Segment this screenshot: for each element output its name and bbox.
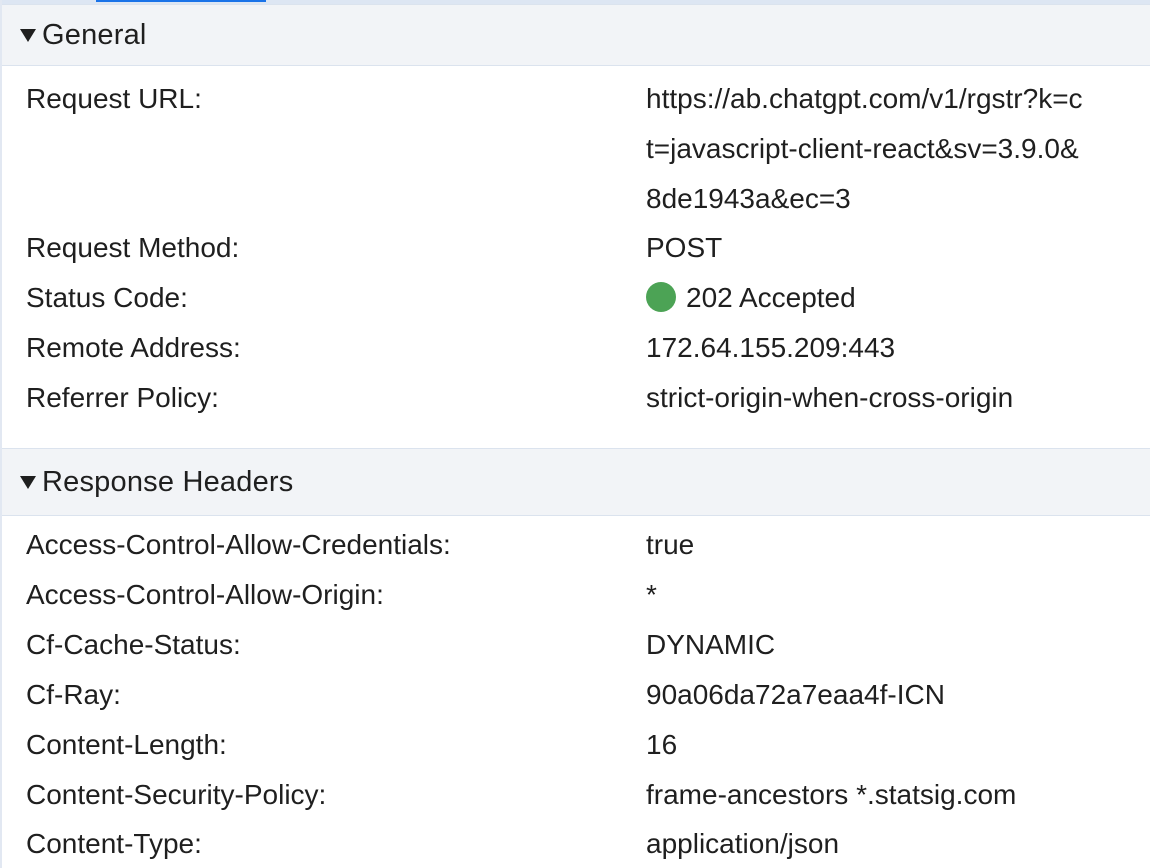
- header-name: Access-Control-Allow-Credentials:: [26, 529, 451, 560]
- response-headers-section-header[interactable]: Response Headers: [2, 448, 1150, 516]
- request-method-label: Request Method:: [26, 232, 240, 263]
- header-value: DYNAMIC: [646, 629, 776, 660]
- request-url-value-line-3: 8de1943a&ec=3: [646, 183, 851, 214]
- header-value: *: [646, 579, 657, 610]
- request-url-label: Request URL:: [26, 83, 202, 114]
- status-code-value-wrap: 202 Accepted: [646, 273, 856, 323]
- header-name: Access-Control-Allow-Origin:: [26, 579, 384, 610]
- header-value: true: [646, 529, 695, 560]
- active-tab-indicator: [96, 0, 266, 2]
- header-value: 16: [646, 729, 678, 760]
- triangle-down-icon[interactable]: [20, 475, 36, 489]
- header-name: Cf-Cache-Status:: [26, 629, 241, 660]
- headers-panel: General Request URL: https://ab.chatgpt.…: [0, 0, 1150, 868]
- referrer-policy-label: Referrer Policy:: [26, 382, 219, 413]
- request-method-value: POST: [646, 232, 723, 263]
- triangle-down-icon[interactable]: [20, 28, 36, 42]
- status-dot-icon: [646, 282, 676, 312]
- header-value: application/json: [646, 828, 840, 859]
- header-name: Content-Type:: [26, 828, 202, 859]
- header-name: Content-Security-Policy:: [26, 779, 327, 810]
- request-url-value-line-2: t=javascript-client-react&sv=3.9.0&: [646, 133, 1079, 164]
- header-value: 90a06da72a7eaa4f-ICN: [646, 679, 945, 710]
- header-name: Content-Length:: [26, 729, 227, 760]
- response-headers-section-title: Response Headers: [42, 465, 294, 498]
- general-section-title: General: [42, 18, 147, 51]
- remote-address-label: Remote Address:: [26, 332, 241, 363]
- header-value: frame-ancestors *.statsig.com: [646, 779, 1017, 810]
- status-code-value: 202 Accepted: [686, 282, 856, 313]
- remote-address-value: 172.64.155.209:443: [646, 332, 896, 363]
- request-url-value-line-1: https://ab.chatgpt.com/v1/rgstr?k=c: [646, 83, 1083, 114]
- status-code-label: Status Code:: [26, 282, 188, 313]
- referrer-policy-value: strict-origin-when-cross-origin: [646, 382, 1014, 413]
- header-name: Cf-Ray:: [26, 679, 121, 710]
- general-section-header[interactable]: General: [2, 4, 1150, 66]
